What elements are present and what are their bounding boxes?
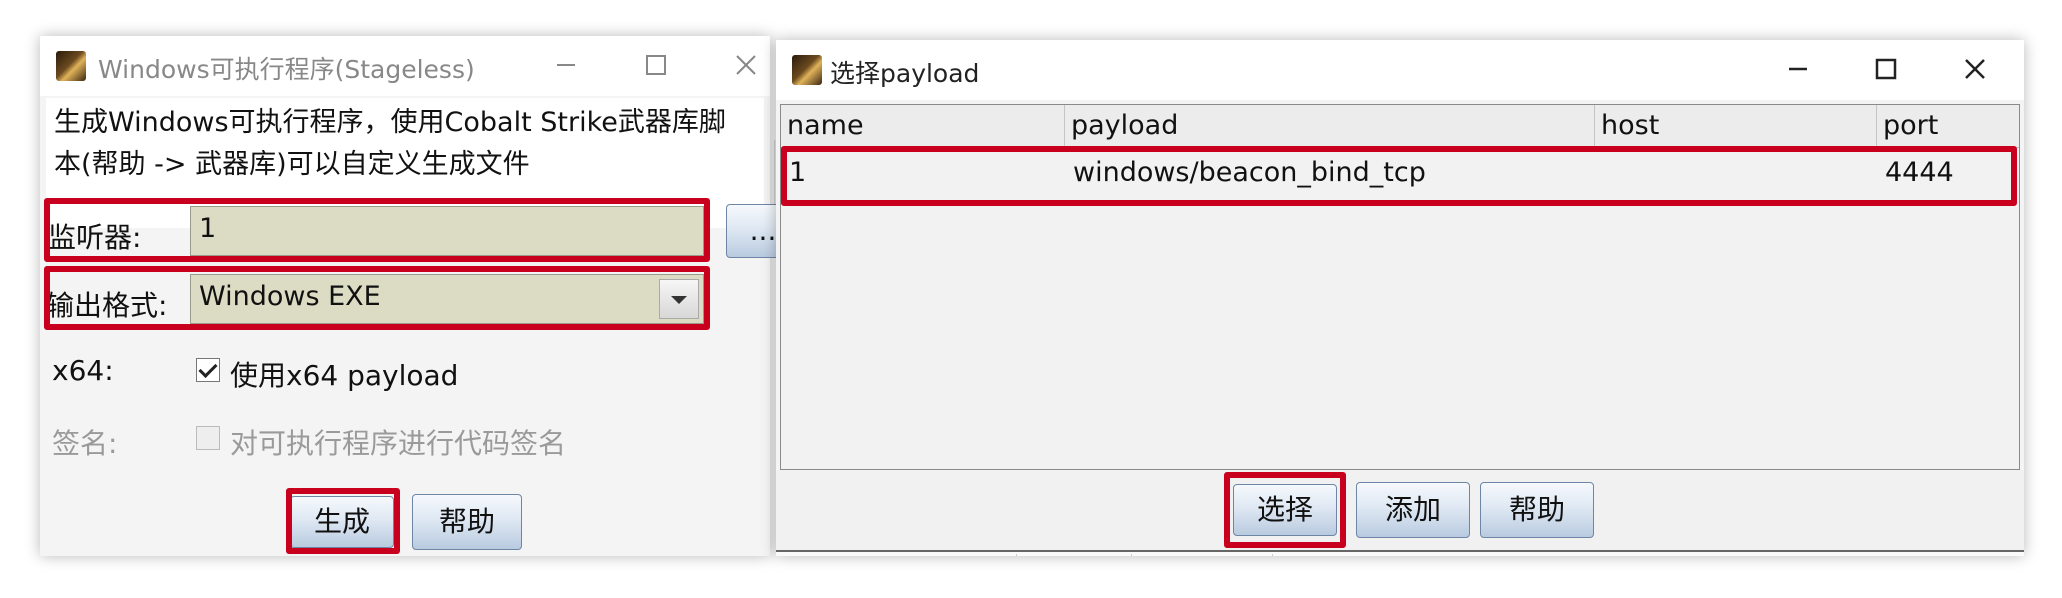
help-button[interactable]: 帮助 [1480,482,1594,538]
select-button[interactable]: 选择 [1233,484,1337,536]
column-header-port[interactable]: port [1877,105,2019,147]
cell-host [1595,148,1603,198]
title-bar[interactable]: Windows可执行程序(Stageless) [40,36,770,96]
divider [1016,554,1017,556]
column-header-host[interactable]: host [1595,105,1877,147]
sign-label: 签名: [52,427,118,460]
column-header-name[interactable]: name [781,105,1065,147]
app-icon [56,51,86,81]
title-bar[interactable]: 选择payload [776,40,2024,100]
button-bar: 选择 添加 帮助 [776,470,2024,550]
sign-checkbox-label[interactable]: 对可执行程序进行代码签名 [230,422,566,462]
minimize-icon[interactable] [545,44,587,86]
help-button[interactable]: 帮助 [412,494,522,550]
description-line: 本(帮助 -> 武器库)可以自定义生成文件 [54,149,530,180]
column-header-payload[interactable]: payload [1065,105,1595,147]
generate-button[interactable]: 生成 [290,496,394,548]
output-format-label: 输出格式: [46,289,168,322]
listener-field[interactable]: 1 [190,206,704,256]
app-icon [792,55,822,85]
output-format-select[interactable]: Windows EXE [190,274,704,324]
x64-checkbox-label[interactable]: 使用x64 payload [230,354,458,394]
minimize-icon[interactable] [1777,48,1819,90]
cell-name: 1 [789,157,807,188]
divider [1131,554,1132,556]
maximize-icon[interactable] [1865,48,1907,90]
cell-port: 4444 [1885,157,1954,188]
listener-label: 监听器: [48,221,142,254]
table-row[interactable]: 1 windows/beacon_bind_tcp 4444 [781,148,2019,198]
maximize-icon[interactable] [635,44,677,86]
payload-table[interactable]: name payload host port 1 windows/beacon_… [780,104,2020,470]
chevron-down-icon[interactable] [659,279,699,319]
close-icon[interactable] [725,44,767,86]
add-button[interactable]: 添加 [1356,482,1470,538]
divider [1272,554,1273,556]
x64-label: x64: [52,354,114,387]
window-title: Windows可执行程序(Stageless) [98,55,475,84]
sign-checkbox[interactable] [196,426,220,450]
window-title: 选择payload [830,59,980,88]
description-line: 生成Windows可执行程序，使用Cobalt Strike武器库脚 [54,107,726,138]
output-format-value: Windows EXE [199,281,381,312]
select-payload-dialog: 选择payload name payload host port 1 windo… [776,40,2024,556]
table-header: name payload host port [781,105,2019,148]
background-window-edge [776,550,2024,556]
close-icon[interactable] [1954,48,1996,90]
x64-checkbox[interactable] [196,358,220,382]
executable-stageless-dialog: Windows可执行程序(Stageless) 生成Windows可执行程序，使… [40,36,803,556]
cell-payload: windows/beacon_bind_tcp [1073,157,1426,188]
